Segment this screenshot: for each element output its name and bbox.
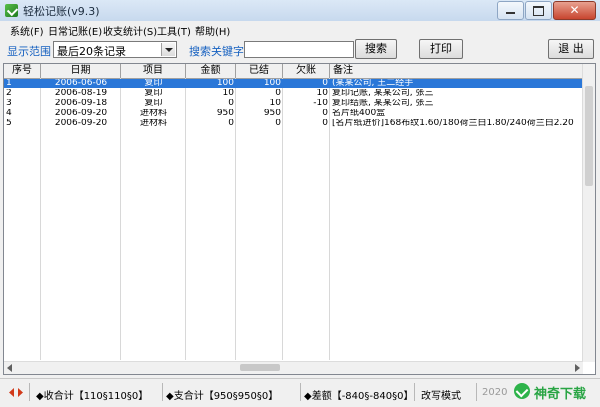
column-header[interactable]: 项目 bbox=[121, 64, 186, 78]
difference-total: ◆差额【-840§-840§0】 bbox=[304, 391, 414, 402]
app-icon bbox=[5, 4, 18, 17]
cell-owed: 0 bbox=[322, 79, 328, 88]
scroll-thumb[interactable] bbox=[240, 364, 280, 371]
status-year: 2020 bbox=[482, 387, 508, 398]
print-button[interactable]: 打印 bbox=[419, 39, 463, 59]
table-row[interactable]: 3 2006-09-18 复印 0 10 -10 复印结账, 某某公司, 张三 bbox=[4, 99, 582, 108]
search-label: 搜索关键字 bbox=[189, 45, 244, 58]
cell-item: 复印 bbox=[144, 99, 163, 108]
cell-settled: 950 bbox=[263, 109, 281, 118]
cell-settled: 0 bbox=[275, 89, 281, 98]
column-header[interactable]: 金额 bbox=[186, 64, 236, 78]
column-header[interactable]: 已结 bbox=[236, 64, 283, 78]
scroll-right-icon[interactable] bbox=[575, 364, 580, 372]
scroll-thumb[interactable] bbox=[585, 86, 593, 186]
status-separator bbox=[300, 383, 301, 401]
menu-system[interactable]: 系统(F) bbox=[10, 23, 44, 38]
cell-owed: 0 bbox=[322, 119, 328, 128]
search-button[interactable]: 搜索 bbox=[355, 39, 397, 59]
column-header[interactable]: 备注 bbox=[330, 64, 583, 78]
status-separator bbox=[476, 383, 477, 401]
scroll-left-icon[interactable] bbox=[7, 364, 12, 372]
window-controls: ✕ bbox=[497, 1, 596, 20]
records-table[interactable]: 序号 日期 项目 金额 已结 欠账 备注 1 2006-06-06 复印 100… bbox=[3, 63, 596, 375]
cell-item: 复印 bbox=[144, 89, 163, 98]
title-bar: 轻松记账(v9.3) ✕ bbox=[0, 0, 600, 22]
minimize-button[interactable] bbox=[497, 1, 524, 20]
cell-amount: 0 bbox=[228, 119, 234, 128]
watermark-text: 神奇下载 bbox=[534, 387, 587, 402]
status-arrows-icon bbox=[9, 388, 23, 397]
cell-note: [名片纸进价]168布纹1.60/180荷兰白1.80/240荷兰白2.20 bbox=[332, 119, 574, 128]
cell-index: 2 bbox=[6, 89, 12, 98]
cell-date: 2006-08-19 bbox=[54, 89, 108, 98]
cell-index: 5 bbox=[6, 119, 12, 128]
table-row[interactable]: 4 2006-09-20 进材料 950 950 0 名片纸400盒 bbox=[4, 109, 582, 118]
income-total: ◆收合计【110§110§0】 bbox=[36, 391, 149, 402]
window-title: 轻松记账(v9.3) bbox=[23, 5, 100, 18]
cell-owed: 10 bbox=[316, 89, 328, 98]
cell-date: 2006-09-18 bbox=[54, 99, 108, 108]
column-header[interactable]: 序号 bbox=[4, 64, 41, 78]
close-icon: ✕ bbox=[569, 3, 580, 17]
cell-item: 进材料 bbox=[139, 119, 167, 128]
cell-amount: 100 bbox=[216, 79, 234, 88]
horizontal-scrollbar[interactable] bbox=[4, 361, 583, 374]
maximize-button[interactable] bbox=[525, 1, 552, 20]
close-button[interactable]: ✕ bbox=[553, 1, 596, 20]
range-select[interactable]: 最后20条记录 bbox=[53, 41, 177, 58]
menu-daily[interactable]: 日常记账(E) bbox=[48, 23, 102, 38]
column-header[interactable]: 欠账 bbox=[283, 64, 330, 78]
cell-amount: 950 bbox=[216, 109, 234, 118]
exit-button[interactable]: 退 出 bbox=[548, 39, 594, 59]
cell-index: 3 bbox=[6, 99, 12, 108]
menu-stats[interactable]: 收支统计(S) bbox=[103, 23, 157, 38]
vertical-scrollbar[interactable] bbox=[582, 64, 595, 362]
cell-amount: 10 bbox=[222, 89, 234, 98]
cell-item: 复印 bbox=[144, 79, 163, 88]
cell-owed: 0 bbox=[322, 109, 328, 118]
cell-index: 4 bbox=[6, 109, 12, 118]
table-row[interactable]: 5 2006-09-20 进材料 0 0 0 [名片纸进价]168布纹1.60/… bbox=[4, 119, 582, 128]
edit-mode: 改写模式 bbox=[421, 391, 461, 402]
status-separator bbox=[29, 383, 30, 401]
status-separator bbox=[414, 383, 415, 401]
watermark-logo: 神奇下载 bbox=[508, 377, 600, 405]
cell-date: 2006-06-06 bbox=[54, 79, 108, 88]
cell-note: (某某公司, 王二经手 bbox=[332, 79, 414, 88]
cell-note: 复印记账, 某某公司, 张三 bbox=[332, 89, 434, 98]
search-input[interactable] bbox=[244, 41, 354, 58]
maximize-icon bbox=[533, 6, 544, 16]
chevron-down-icon[interactable] bbox=[161, 43, 175, 56]
cell-date: 2006-09-20 bbox=[54, 119, 108, 128]
cell-item: 进材料 bbox=[139, 109, 167, 118]
minimize-icon bbox=[506, 12, 515, 14]
cell-index: 1 bbox=[6, 79, 12, 88]
table-header: 序号 日期 项目 金额 已结 欠账 备注 bbox=[4, 64, 594, 79]
cell-settled: 0 bbox=[275, 119, 281, 128]
menu-tools[interactable]: 工具(T) bbox=[157, 23, 191, 38]
cell-note: 复印结账, 某某公司, 张三 bbox=[332, 99, 434, 108]
toolbar: 显示范围 最后20条记录 搜索关键字 搜索 打印 退 出 bbox=[0, 37, 600, 63]
table-row[interactable]: 2 2006-08-19 复印 10 0 10 复印记账, 某某公司, 张三 bbox=[4, 89, 582, 98]
cell-settled: 10 bbox=[269, 99, 281, 108]
cell-note: 名片纸400盒 bbox=[332, 109, 386, 118]
menu-help[interactable]: 帮助(H) bbox=[195, 23, 230, 38]
cell-settled: 100 bbox=[263, 79, 281, 88]
cell-owed: -10 bbox=[313, 99, 328, 108]
status-separator bbox=[162, 383, 163, 401]
range-label: 显示范围 bbox=[7, 45, 51, 58]
table-row[interactable]: 1 2006-06-06 复印 100 100 0 (某某公司, 王二经手 bbox=[4, 79, 582, 88]
watermark-logo-icon bbox=[514, 383, 530, 399]
cell-date: 2006-09-20 bbox=[54, 109, 108, 118]
range-select-value: 最后20条记录 bbox=[57, 45, 126, 58]
cell-amount: 0 bbox=[228, 99, 234, 108]
expense-total: ◆支合计【950§950§0】 bbox=[166, 391, 279, 402]
column-header[interactable]: 日期 bbox=[41, 64, 121, 78]
menu-bar: 系统(F) 日常记账(E) 收支统计(S) 工具(T) 帮助(H) bbox=[0, 21, 600, 38]
